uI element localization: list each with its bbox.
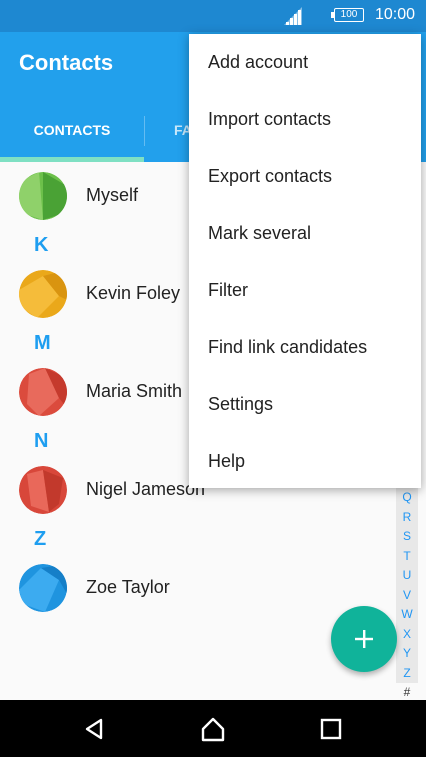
menu-item-find-link-candidates[interactable]: Find link candidates bbox=[189, 319, 421, 376]
alpha-letter[interactable]: X bbox=[396, 624, 418, 644]
contact-name: Zoe Taylor bbox=[86, 577, 170, 597]
recents-icon[interactable] bbox=[320, 718, 342, 740]
status-time: 10:00 bbox=[375, 6, 416, 23]
alpha-letter[interactable]: W bbox=[396, 605, 418, 625]
alpha-letter[interactable]: Q bbox=[396, 488, 418, 508]
menu-item-help[interactable]: Help bbox=[189, 433, 421, 490]
alpha-letter[interactable]: V bbox=[396, 585, 418, 605]
alphabet-index[interactable]: Q R S T U V W X Y Z # bbox=[396, 488, 418, 703]
menu-item-add-account[interactable]: Add account bbox=[189, 34, 421, 91]
avatar bbox=[19, 466, 67, 514]
menu-item-import-contacts[interactable]: Import contacts bbox=[189, 91, 421, 148]
menu-item-mark-several[interactable]: Mark several bbox=[189, 205, 421, 262]
tab-contacts[interactable]: CONTACTS bbox=[0, 108, 144, 160]
contact-name: Kevin Foley bbox=[86, 283, 181, 303]
section-letter: K bbox=[34, 234, 49, 256]
overflow-menu: Add account Import contacts Export conta… bbox=[189, 34, 421, 488]
contact-name: Maria Smith bbox=[86, 381, 183, 401]
alpha-letter[interactable]: R bbox=[396, 507, 418, 527]
signal-icon bbox=[284, 7, 302, 25]
contact-name: Myself bbox=[86, 185, 139, 205]
back-icon[interactable] bbox=[83, 717, 107, 741]
avatar bbox=[19, 368, 67, 416]
page-title: Contacts bbox=[19, 50, 114, 75]
alpha-letter[interactable]: S bbox=[396, 527, 418, 547]
avatar bbox=[19, 270, 67, 318]
tab-divider bbox=[144, 116, 145, 146]
avatar bbox=[19, 564, 67, 612]
menu-item-filter[interactable]: Filter bbox=[189, 262, 421, 319]
section-letter: Z bbox=[34, 528, 47, 550]
navigation-bar bbox=[0, 700, 426, 757]
contact-name: Nigel Jameson bbox=[86, 479, 206, 499]
section-letter: M bbox=[34, 332, 51, 354]
status-bar: 100 10:00 bbox=[0, 0, 426, 32]
alpha-letter[interactable]: Y bbox=[396, 644, 418, 664]
avatar bbox=[19, 172, 67, 220]
battery-icon: 100 bbox=[331, 8, 364, 22]
menu-item-export-contacts[interactable]: Export contacts bbox=[189, 148, 421, 205]
plus-icon bbox=[355, 630, 373, 648]
add-contact-button[interactable] bbox=[331, 606, 397, 672]
alpha-letter[interactable]: Z bbox=[396, 663, 418, 683]
menu-item-settings[interactable]: Settings bbox=[189, 376, 421, 433]
tab-indicator bbox=[0, 157, 144, 162]
alpha-letter[interactable]: T bbox=[396, 546, 418, 566]
section-letter: N bbox=[34, 430, 49, 452]
alpha-letter[interactable]: U bbox=[396, 566, 418, 586]
home-icon[interactable] bbox=[200, 716, 226, 742]
